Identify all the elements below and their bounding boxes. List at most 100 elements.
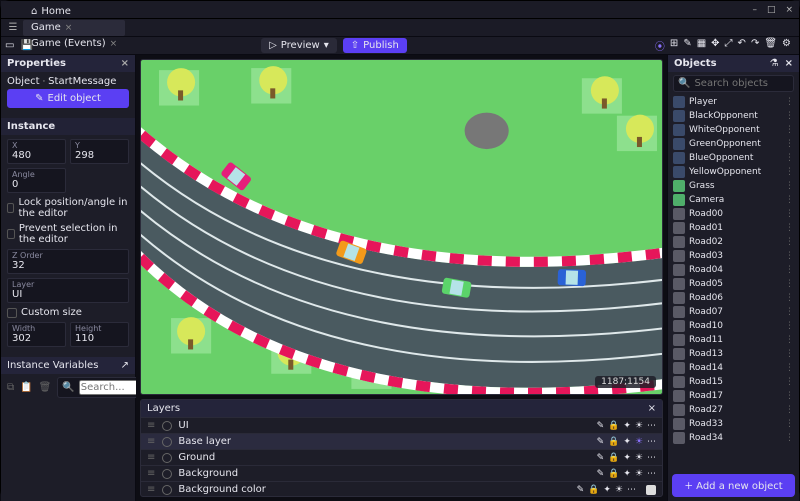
more-icon[interactable]: ⋮	[785, 419, 794, 429]
instance-variables-header[interactable]: Instance Variables ↗	[1, 357, 135, 374]
more-icon[interactable]: ⋮	[785, 265, 794, 275]
drag-handle-icon[interactable]: ≡	[147, 420, 156, 431]
object-item[interactable]: Road13⋮	[668, 347, 799, 361]
more-icon[interactable]: ⋯	[647, 453, 656, 463]
light-icon[interactable]: ☀	[615, 485, 623, 495]
layer-row[interactable]: ≡Background✎🔒✦☀⋯	[141, 465, 662, 481]
delete-icon[interactable]: 🗑	[39, 382, 52, 393]
layer-row[interactable]: ≡Base layer✎🔒✦☀⋯	[141, 433, 662, 449]
tab-home[interactable]: ⌂Home	[23, 4, 125, 20]
scene-canvas[interactable]: 1187;1154	[140, 59, 663, 395]
drag-handle-icon[interactable]: ≡	[147, 484, 156, 495]
settings-icon[interactable]: ⚙	[782, 38, 791, 53]
more-icon[interactable]: ⋮	[785, 363, 794, 373]
layer-input[interactable]	[12, 289, 124, 300]
lock-icon[interactable]: 🔒	[608, 469, 619, 479]
object-item[interactable]: Road27⋮	[668, 403, 799, 417]
more-icon[interactable]: ⋮	[785, 251, 794, 261]
effects-icon[interactable]: ✦	[623, 437, 631, 447]
object-item[interactable]: Road11⋮	[668, 333, 799, 347]
height-field[interactable]: Height	[70, 322, 129, 347]
visibility-icon[interactable]	[162, 469, 172, 479]
object-item[interactable]: Road04⋮	[668, 263, 799, 277]
edit-icon[interactable]: ✎	[577, 485, 585, 495]
layer-field[interactable]: Layer	[7, 278, 129, 303]
object-item[interactable]: Road00⋮	[668, 207, 799, 221]
more-icon[interactable]: ⋮	[785, 195, 794, 205]
height-input[interactable]	[75, 333, 124, 344]
external-link-icon[interactable]: ↗	[121, 360, 129, 371]
edit-icon[interactable]: ✎	[597, 437, 605, 447]
objects-search[interactable]: 🔍	[673, 75, 794, 92]
object-item[interactable]: Player⋮	[668, 95, 799, 109]
close-icon[interactable]: ×	[65, 23, 73, 33]
object-item[interactable]: Road10⋮	[668, 319, 799, 333]
effects-icon[interactable]: ✦	[623, 469, 631, 479]
y-field[interactable]: Y	[70, 139, 129, 164]
more-icon[interactable]: ⋯	[627, 485, 636, 495]
edit-icon[interactable]: ✎	[683, 38, 691, 53]
window-minimize[interactable]: –	[752, 5, 757, 15]
x-input[interactable]	[12, 150, 61, 161]
move-icon[interactable]: ✥	[711, 38, 719, 53]
object-item[interactable]: Road06⋮	[668, 291, 799, 305]
effects-icon[interactable]: ✦	[623, 453, 631, 463]
more-icon[interactable]: ⋯	[647, 421, 656, 431]
edit-icon[interactable]: ✎	[597, 421, 605, 431]
more-icon[interactable]: ⋮	[785, 293, 794, 303]
tab-game[interactable]: Game×	[23, 20, 125, 36]
light-icon[interactable]: ☀	[635, 453, 643, 463]
object-item[interactable]: BlueOpponent⋮	[668, 151, 799, 165]
object-item[interactable]: Road17⋮	[668, 389, 799, 403]
paste-icon[interactable]: 📋	[20, 382, 32, 393]
object-item[interactable]: Road34⋮	[668, 431, 799, 445]
more-icon[interactable]: ⋮	[785, 433, 794, 443]
object-item[interactable]: Road07⋮	[668, 305, 799, 319]
window-maximize[interactable]: □	[767, 5, 776, 15]
drag-handle-icon[interactable]: ≡	[147, 436, 156, 447]
more-icon[interactable]: ⋮	[785, 181, 794, 191]
publish-button[interactable]: ⇧ Publish	[343, 38, 407, 53]
zorder-input[interactable]	[12, 260, 124, 271]
add-object-button[interactable]: ＋ Add a new object	[672, 474, 795, 497]
angle-input[interactable]	[12, 179, 61, 190]
close-icon[interactable]: ×	[648, 403, 656, 414]
zoom-icon[interactable]: ⤢	[725, 38, 733, 53]
more-icon[interactable]: ⋮	[785, 349, 794, 359]
more-icon[interactable]: ⋮	[785, 237, 794, 247]
tool-save-icon[interactable]: 💾	[20, 40, 32, 51]
visibility-icon[interactable]	[162, 453, 172, 463]
object-item[interactable]: Road15⋮	[668, 375, 799, 389]
lock-icon[interactable]: 🔒	[608, 437, 619, 447]
width-field[interactable]: Width	[7, 322, 66, 347]
objects-search-input[interactable]	[694, 78, 800, 89]
close-icon[interactable]: ×	[121, 58, 129, 69]
width-input[interactable]	[12, 333, 61, 344]
effects-icon[interactable]: ✦	[623, 421, 631, 431]
visibility-icon[interactable]	[162, 485, 172, 495]
layer-row[interactable]: ≡Background color✎🔒✦☀⋯	[141, 481, 662, 497]
chevron-down-icon[interactable]: ▾	[324, 40, 329, 51]
color-swatch[interactable]	[646, 485, 656, 495]
y-input[interactable]	[75, 150, 124, 161]
light-icon[interactable]: ☀	[635, 437, 643, 447]
object-item[interactable]: Road14⋮	[668, 361, 799, 375]
more-icon[interactable]: ⋮	[785, 209, 794, 219]
object-item[interactable]: Road33⋮	[668, 417, 799, 431]
visibility-icon[interactable]	[162, 421, 172, 431]
more-icon[interactable]: ⋮	[785, 405, 794, 415]
object-item[interactable]: WhiteOpponent⋮	[668, 123, 799, 137]
effects-icon[interactable]: ✦	[603, 485, 611, 495]
undo-icon[interactable]: ↶	[738, 38, 746, 53]
more-icon[interactable]: ⋮	[785, 111, 794, 121]
lock-icon[interactable]: 🔒	[608, 453, 619, 463]
copy-icon[interactable]: ⧉	[7, 382, 14, 393]
drag-handle-icon[interactable]: ≡	[147, 468, 156, 479]
object-item[interactable]: Camera⋮	[668, 193, 799, 207]
object-item[interactable]: Grass⋮	[668, 179, 799, 193]
more-icon[interactable]: ⋯	[647, 469, 656, 479]
grid-icon[interactable]: ▦	[697, 38, 706, 53]
tool-open-icon[interactable]: ▭	[5, 40, 14, 51]
edit-icon[interactable]: ✎	[597, 469, 605, 479]
layer-row[interactable]: ≡Ground✎🔒✦☀⋯	[141, 449, 662, 465]
